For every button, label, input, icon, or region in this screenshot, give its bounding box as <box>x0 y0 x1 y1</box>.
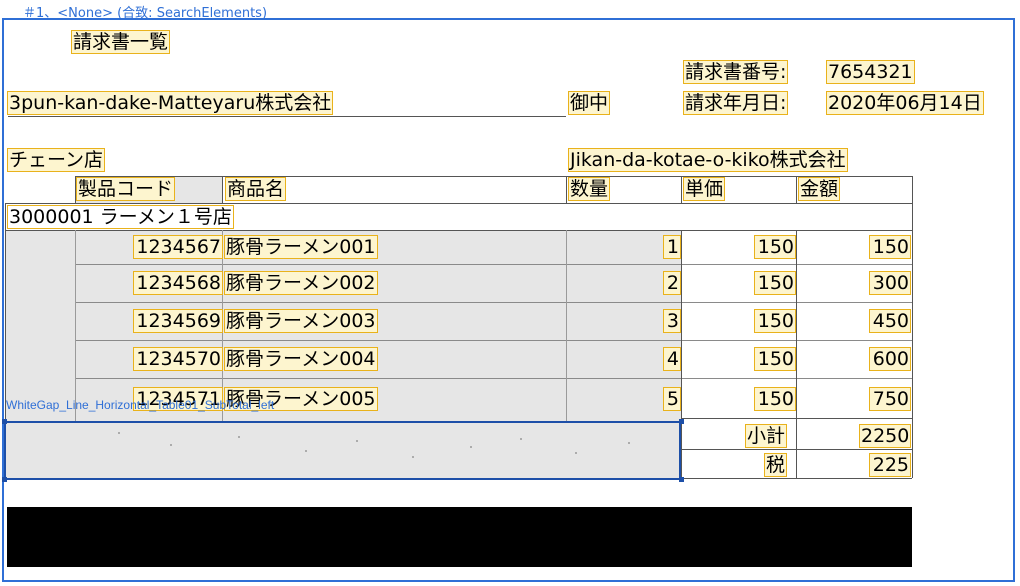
row-amount: 600 <box>869 347 911 371</box>
row-amount: 300 <box>869 271 911 295</box>
header-amount: 金額 <box>797 177 841 201</box>
selection-box[interactable] <box>4 421 681 480</box>
row-unit-price: 150 <box>754 271 796 295</box>
redacted-bar <box>7 507 912 567</box>
row-quantity: 1 <box>663 235 681 259</box>
row-product-code: 1234568 <box>133 271 223 295</box>
header-quantity: 数量 <box>567 177 611 201</box>
customer-name: 3pun-kan-dake-Matteyaru株式会社 <box>6 91 334 115</box>
resize-handle-bottom-right[interactable] <box>679 477 684 482</box>
element-overlay-label: WhiteGap_Line_Horizontal_Table01_SubTota… <box>6 398 275 412</box>
invoice-number-value: 7654321 <box>826 60 915 84</box>
row-product-code: 1234567 <box>133 235 223 259</box>
row-product-code: 1234569 <box>133 309 223 333</box>
row-product-name: 豚骨ラーメン002 <box>224 271 378 295</box>
row-amount: 450 <box>869 309 911 333</box>
match-caption: ＃1、<None> (合致: SearchElements) <box>23 6 268 21</box>
header-unit-price: 単価 <box>682 177 726 201</box>
header-product-code: 製品コード <box>75 177 176 201</box>
row-unit-price: 150 <box>754 347 796 371</box>
invoice-number-label: 請求書番号: <box>682 60 789 84</box>
row-amount: 750 <box>869 387 911 411</box>
row-product-name: 豚骨ラーメン004 <box>224 347 378 371</box>
chain-store-label: チェーン店 <box>6 148 106 172</box>
subtotal-label: 小計 <box>744 424 788 448</box>
row-quantity: 4 <box>663 347 681 371</box>
row-quantity: 5 <box>663 387 681 411</box>
row-product-name: 豚骨ラーメン003 <box>224 309 378 333</box>
invoice-date-value: 2020年06月14日 <box>826 91 984 115</box>
invoice-date-label: 請求年月日: <box>682 91 789 115</box>
tax-value: 225 <box>869 453 911 477</box>
resize-handle-top-left[interactable] <box>2 419 7 424</box>
resize-handle-top-right[interactable] <box>679 419 684 424</box>
row-quantity: 3 <box>663 309 681 333</box>
issuer-name: Jikan-da-kotae-o-kiko株式会社 <box>568 148 848 172</box>
row-quantity: 2 <box>663 271 681 295</box>
header-product-name: 商品名 <box>224 177 287 201</box>
row-unit-price: 150 <box>754 309 796 333</box>
row-amount: 150 <box>869 235 911 259</box>
resize-handle-bottom-left[interactable] <box>2 477 7 482</box>
customer-underline <box>8 116 566 117</box>
subtotal-value: 2250 <box>859 424 911 448</box>
row-product-code: 1234570 <box>133 347 223 371</box>
row-unit-price: 150 <box>754 235 796 259</box>
honorific-text: 御中 <box>567 91 611 115</box>
row-product-name: 豚骨ラーメン001 <box>224 235 378 259</box>
document-title: 請求書一覧 <box>70 30 171 54</box>
tax-label: 税 <box>763 453 788 477</box>
table-indent-gray <box>5 230 75 422</box>
row-unit-price: 150 <box>754 387 796 411</box>
store-row-label: 3000001 ラーメン１号店 <box>7 205 234 229</box>
